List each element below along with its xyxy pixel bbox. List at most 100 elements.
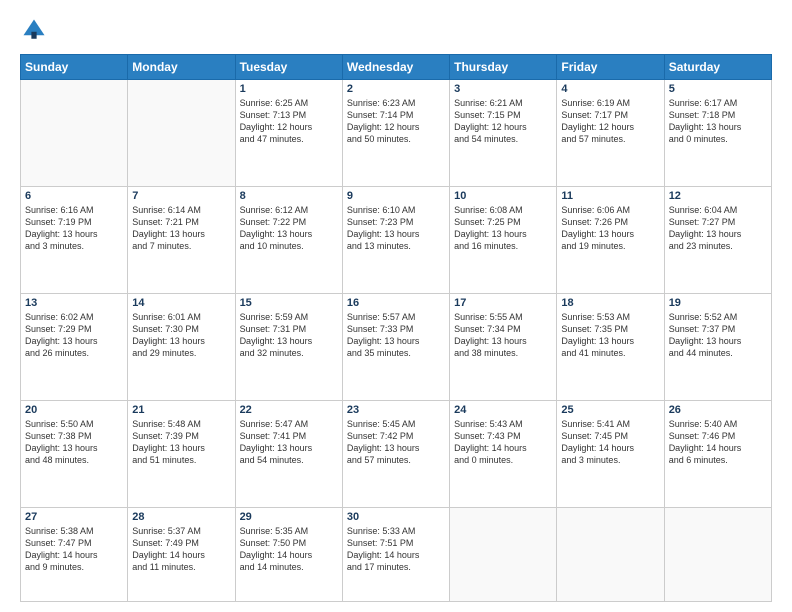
day-number: 9 xyxy=(347,190,445,202)
day-content: Sunrise: 6:19 AM Sunset: 7:17 PM Dayligh… xyxy=(561,97,659,146)
calendar-cell: 4 Sunrise: 6:19 AM Sunset: 7:17 PM Daylig… xyxy=(557,80,664,187)
week-row-1: 1 Sunrise: 6:25 AM Sunset: 7:13 PM Daylig… xyxy=(21,80,772,187)
day-content: Sunrise: 6:14 AM Sunset: 7:21 PM Dayligh… xyxy=(132,204,230,253)
day-content: Sunrise: 5:33 AM Sunset: 7:51 PM Dayligh… xyxy=(347,525,445,574)
week-row-4: 20 Sunrise: 5:50 AM Sunset: 7:38 PM Dayli… xyxy=(21,401,772,508)
day-number: 8 xyxy=(240,190,338,202)
calendar-cell: 29 Sunrise: 5:35 AM Sunset: 7:50 PM Dayli… xyxy=(235,508,342,602)
day-content: Sunrise: 5:55 AM Sunset: 7:34 PM Dayligh… xyxy=(454,311,552,360)
day-number: 27 xyxy=(25,511,123,523)
calendar-cell: 19 Sunrise: 5:52 AM Sunset: 7:37 PM Dayli… xyxy=(664,294,771,401)
day-header-wednesday: Wednesday xyxy=(342,55,449,80)
day-content: Sunrise: 6:23 AM Sunset: 7:14 PM Dayligh… xyxy=(347,97,445,146)
day-header-sunday: Sunday xyxy=(21,55,128,80)
calendar-cell: 3 Sunrise: 6:21 AM Sunset: 7:15 PM Daylig… xyxy=(450,80,557,187)
day-number: 11 xyxy=(561,190,659,202)
calendar-cell: 11 Sunrise: 6:06 AM Sunset: 7:26 PM Dayli… xyxy=(557,187,664,294)
calendar-cell: 16 Sunrise: 5:57 AM Sunset: 7:33 PM Dayli… xyxy=(342,294,449,401)
day-number: 3 xyxy=(454,83,552,95)
calendar-cell: 21 Sunrise: 5:48 AM Sunset: 7:39 PM Dayli… xyxy=(128,401,235,508)
day-number: 30 xyxy=(347,511,445,523)
page: SundayMondayTuesdayWednesdayThursdayFrid… xyxy=(0,0,792,612)
calendar-cell: 2 Sunrise: 6:23 AM Sunset: 7:14 PM Daylig… xyxy=(342,80,449,187)
day-content: Sunrise: 6:12 AM Sunset: 7:22 PM Dayligh… xyxy=(240,204,338,253)
day-number: 21 xyxy=(132,404,230,416)
day-content: Sunrise: 5:41 AM Sunset: 7:45 PM Dayligh… xyxy=(561,418,659,467)
calendar-cell: 30 Sunrise: 5:33 AM Sunset: 7:51 PM Dayli… xyxy=(342,508,449,602)
calendar-cell xyxy=(128,80,235,187)
day-number: 17 xyxy=(454,297,552,309)
calendar-cell: 13Sunrise: 6:02 AM Sunset: 7:29 PM Dayli… xyxy=(21,294,128,401)
calendar-cell: 25 Sunrise: 5:41 AM Sunset: 7:45 PM Dayli… xyxy=(557,401,664,508)
day-header-monday: Monday xyxy=(128,55,235,80)
calendar-cell: 18 Sunrise: 5:53 AM Sunset: 7:35 PM Dayli… xyxy=(557,294,664,401)
calendar-cell xyxy=(557,508,664,602)
header xyxy=(20,16,772,44)
logo xyxy=(20,16,52,44)
day-header-thursday: Thursday xyxy=(450,55,557,80)
day-number: 29 xyxy=(240,511,338,523)
calendar-cell: 14Sunrise: 6:01 AM Sunset: 7:30 PM Dayli… xyxy=(128,294,235,401)
day-content: Sunrise: 5:59 AM Sunset: 7:31 PM Dayligh… xyxy=(240,311,338,360)
day-number: 25 xyxy=(561,404,659,416)
calendar-cell: 15Sunrise: 5:59 AM Sunset: 7:31 PM Dayli… xyxy=(235,294,342,401)
day-content: Sunrise: 5:48 AM Sunset: 7:39 PM Dayligh… xyxy=(132,418,230,467)
calendar-cell: 7 Sunrise: 6:14 AM Sunset: 7:21 PM Daylig… xyxy=(128,187,235,294)
day-number: 2 xyxy=(347,83,445,95)
day-content: Sunrise: 6:17 AM Sunset: 7:18 PM Dayligh… xyxy=(669,97,767,146)
week-row-2: 6Sunrise: 6:16 AM Sunset: 7:19 PM Daylig… xyxy=(21,187,772,294)
calendar-cell: 27 Sunrise: 5:38 AM Sunset: 7:47 PM Dayli… xyxy=(21,508,128,602)
day-number: 4 xyxy=(561,83,659,95)
day-number: 19 xyxy=(669,297,767,309)
calendar-cell: 1 Sunrise: 6:25 AM Sunset: 7:13 PM Daylig… xyxy=(235,80,342,187)
day-content: Sunrise: 5:38 AM Sunset: 7:47 PM Dayligh… xyxy=(25,525,123,574)
calendar-cell: 20 Sunrise: 5:50 AM Sunset: 7:38 PM Dayli… xyxy=(21,401,128,508)
day-number: 24 xyxy=(454,404,552,416)
day-number: 7 xyxy=(132,190,230,202)
header-row: SundayMondayTuesdayWednesdayThursdayFrid… xyxy=(21,55,772,80)
calendar-cell: 24Sunrise: 5:43 AM Sunset: 7:43 PM Dayli… xyxy=(450,401,557,508)
day-number: 20 xyxy=(25,404,123,416)
day-content: Sunrise: 6:02 AM Sunset: 7:29 PM Dayligh… xyxy=(25,311,123,360)
calendar-cell: 28 Sunrise: 5:37 AM Sunset: 7:49 PM Dayli… xyxy=(128,508,235,602)
calendar-cell xyxy=(664,508,771,602)
calendar-cell: 12Sunrise: 6:04 AM Sunset: 7:27 PM Dayli… xyxy=(664,187,771,294)
day-number: 28 xyxy=(132,511,230,523)
day-content: Sunrise: 5:50 AM Sunset: 7:38 PM Dayligh… xyxy=(25,418,123,467)
day-number: 22 xyxy=(240,404,338,416)
day-content: Sunrise: 6:21 AM Sunset: 7:15 PM Dayligh… xyxy=(454,97,552,146)
day-content: Sunrise: 5:35 AM Sunset: 7:50 PM Dayligh… xyxy=(240,525,338,574)
calendar-cell: 22 Sunrise: 5:47 AM Sunset: 7:41 PM Dayli… xyxy=(235,401,342,508)
day-number: 12 xyxy=(669,190,767,202)
day-number: 18 xyxy=(561,297,659,309)
day-content: Sunrise: 5:37 AM Sunset: 7:49 PM Dayligh… xyxy=(132,525,230,574)
day-number: 16 xyxy=(347,297,445,309)
day-number: 10 xyxy=(454,190,552,202)
week-row-5: 27 Sunrise: 5:38 AM Sunset: 7:47 PM Dayli… xyxy=(21,508,772,602)
day-header-friday: Friday xyxy=(557,55,664,80)
day-content: Sunrise: 5:57 AM Sunset: 7:33 PM Dayligh… xyxy=(347,311,445,360)
day-content: Sunrise: 6:01 AM Sunset: 7:30 PM Dayligh… xyxy=(132,311,230,360)
calendar-cell: 5 Sunrise: 6:17 AM Sunset: 7:18 PM Daylig… xyxy=(664,80,771,187)
calendar-cell xyxy=(450,508,557,602)
day-header-saturday: Saturday xyxy=(664,55,771,80)
calendar-cell: 10 Sunrise: 6:08 AM Sunset: 7:25 PM Dayli… xyxy=(450,187,557,294)
day-content: Sunrise: 5:45 AM Sunset: 7:42 PM Dayligh… xyxy=(347,418,445,467)
calendar-cell: 6Sunrise: 6:16 AM Sunset: 7:19 PM Daylig… xyxy=(21,187,128,294)
week-row-3: 13Sunrise: 6:02 AM Sunset: 7:29 PM Dayli… xyxy=(21,294,772,401)
calendar-cell: 9 Sunrise: 6:10 AM Sunset: 7:23 PM Daylig… xyxy=(342,187,449,294)
calendar-cell: 26Sunrise: 5:40 AM Sunset: 7:46 PM Dayli… xyxy=(664,401,771,508)
logo-icon xyxy=(20,16,48,44)
calendar-cell xyxy=(21,80,128,187)
day-content: Sunrise: 6:16 AM Sunset: 7:19 PM Dayligh… xyxy=(25,204,123,253)
day-content: Sunrise: 6:06 AM Sunset: 7:26 PM Dayligh… xyxy=(561,204,659,253)
day-content: Sunrise: 6:25 AM Sunset: 7:13 PM Dayligh… xyxy=(240,97,338,146)
day-content: Sunrise: 5:53 AM Sunset: 7:35 PM Dayligh… xyxy=(561,311,659,360)
day-number: 23 xyxy=(347,404,445,416)
day-content: Sunrise: 5:52 AM Sunset: 7:37 PM Dayligh… xyxy=(669,311,767,360)
day-content: Sunrise: 6:08 AM Sunset: 7:25 PM Dayligh… xyxy=(454,204,552,253)
day-content: Sunrise: 6:10 AM Sunset: 7:23 PM Dayligh… xyxy=(347,204,445,253)
day-number: 1 xyxy=(240,83,338,95)
day-number: 5 xyxy=(669,83,767,95)
day-content: Sunrise: 5:47 AM Sunset: 7:41 PM Dayligh… xyxy=(240,418,338,467)
